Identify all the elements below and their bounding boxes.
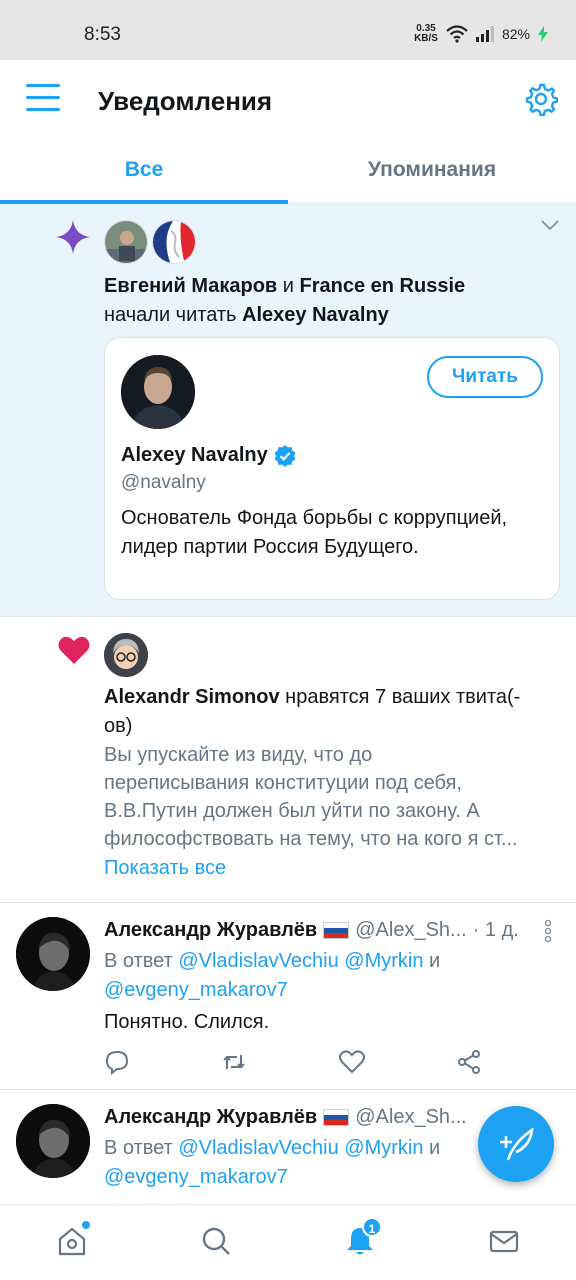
avatar[interactable] [152, 220, 196, 264]
card-user-name[interactable]: Alexey Navalny [121, 444, 296, 467]
notification-badge: 1 [362, 1217, 382, 1237]
avatar[interactable] [104, 220, 148, 264]
status-bar: 8:53 0.35 KB/S 82% [0, 0, 576, 60]
user-name[interactable]: Alexandr Simonov [104, 686, 280, 708]
reply-to-line: В ответ @VladislavVechiu @Myrkin и @evge… [104, 950, 441, 1001]
user-name[interactable]: France en Russie [300, 275, 466, 297]
mention-link[interactable]: @evgeny_makarov7 [104, 979, 288, 1001]
avatar[interactable] [121, 355, 195, 429]
avatar-photo-icon [16, 917, 90, 991]
signal-icon [475, 26, 494, 42]
wifi-icon [446, 25, 468, 43]
card-user-handle: @navalny [121, 472, 206, 493]
tab-all[interactable]: Все [0, 140, 288, 204]
search-icon [202, 1227, 230, 1255]
show-all-link[interactable]: Показать все [104, 857, 226, 880]
user-name[interactable]: Евгений Макаров [104, 275, 277, 297]
card-user-bio: Основатель Фонда борьбы с коррупцией, ли… [121, 507, 508, 558]
compose-quill-icon [500, 1127, 534, 1161]
hamburger-icon [26, 84, 60, 111]
mention-link[interactable]: @Myrkin [344, 1137, 423, 1159]
russian-flag-icon [323, 922, 350, 939]
avatar-photo-icon [121, 355, 195, 429]
heart-icon [58, 636, 90, 664]
tweet-author-handle: @Alex_Sh... [355, 1106, 467, 1128]
follow-notification-text: Евгений Макаров и France en Russie начал… [104, 275, 466, 326]
notification-tabs: Все Упоминания [0, 140, 576, 204]
french-flag-icon [153, 221, 195, 263]
tab-mentions[interactable]: Упоминания [288, 140, 576, 203]
page-title: Уведомления [98, 86, 273, 116]
like-notification-text: Alexandr Simonov нравятся 7 ваших твита(… [104, 686, 521, 737]
reply-icon[interactable] [104, 1049, 130, 1075]
settings-button[interactable] [524, 82, 559, 117]
avatar-photo-icon [105, 221, 147, 263]
tweet-author-name[interactable]: Александр Журавлёв [104, 919, 317, 942]
follow-notification[interactable]: Евгений Макаров и France en Russie начал… [0, 204, 576, 617]
mention-link[interactable]: @VladislavVechiu [178, 950, 338, 972]
nav-home[interactable] [56, 1221, 90, 1257]
avatar[interactable] [104, 633, 148, 677]
app-header: Уведомления [0, 60, 576, 140]
tweet-text: Понятно. Слился. [104, 1011, 270, 1033]
user-card[interactable]: Читать Alexey Navalny @navalny Основател… [104, 337, 560, 600]
notifications-feed[interactable]: Евгений Макаров и France en Russie начал… [0, 204, 576, 1204]
battery-level: 82% [501, 26, 530, 42]
menu-button[interactable] [26, 84, 60, 114]
charging-icon [538, 26, 548, 42]
network-speed: 0.35 KB/S [414, 23, 438, 44]
tweet-author-name[interactable]: Александр Журавлёв [104, 1106, 317, 1129]
russian-flag-icon [323, 1109, 350, 1126]
mention-link[interactable]: @Myrkin [344, 950, 423, 972]
mention-link[interactable]: @evgeny_makarov7 [104, 1166, 288, 1188]
like-notification[interactable]: Alexandr Simonov нравятся 7 ваших твита(… [0, 617, 576, 903]
avatar[interactable] [16, 1104, 90, 1178]
tweet-header: Александр Журавлёв @Alex_Sh... · 1 д. [104, 919, 528, 942]
tweet-time: · 1 д. [472, 919, 519, 941]
tweet-author-handle: @Alex_Sh... [355, 919, 467, 941]
sparkle-icon [56, 220, 90, 254]
home-icon [58, 1227, 86, 1256]
mention-link[interactable]: @VladislavVechiu [178, 1137, 338, 1159]
compose-tweet-button[interactable] [478, 1106, 554, 1182]
gear-icon [525, 83, 559, 117]
avatar-photo-icon [16, 1104, 90, 1178]
like-icon[interactable] [339, 1049, 365, 1075]
retweet-icon[interactable] [221, 1049, 247, 1075]
bottom-navigation: 1 [0, 1204, 576, 1280]
nav-messages[interactable] [488, 1225, 520, 1257]
nav-search[interactable] [200, 1225, 232, 1257]
memoji-avatar-icon [104, 633, 148, 677]
status-time: 8:53 [84, 24, 121, 45]
liked-tweet-preview[interactable]: Вы упускайте из виду, что до переписыван… [104, 741, 560, 853]
tweet[interactable]: Александр Журавлёв @Alex_Sh... · 1 д. В … [0, 903, 576, 1090]
tweet-actions [104, 1049, 488, 1077]
verified-badge-icon [274, 444, 296, 467]
status-icons: 0.35 KB/S 82% [414, 24, 548, 44]
share-icon[interactable] [456, 1049, 482, 1075]
nav-notifications[interactable]: 1 [344, 1217, 382, 1257]
new-content-dot [82, 1221, 90, 1229]
tweet-header: Александр Журавлёв @Alex_Sh... [104, 1106, 528, 1129]
user-name[interactable]: Alexey Navalny [242, 304, 389, 326]
envelope-icon [489, 1230, 519, 1253]
follow-button[interactable]: Читать [427, 356, 543, 398]
more-options-icon[interactable] [538, 919, 558, 943]
avatar[interactable] [16, 917, 90, 991]
chevron-down-icon[interactable] [540, 218, 560, 232]
